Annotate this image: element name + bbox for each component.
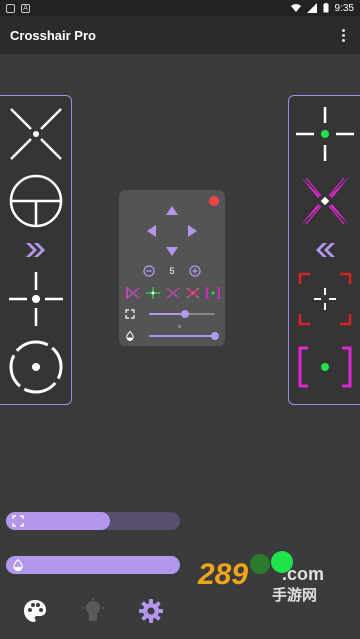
status-bar: A 9:35: [0, 0, 360, 16]
move-up-button[interactable]: [166, 206, 178, 215]
size-slider-thumb[interactable]: [181, 310, 190, 318]
increase-button[interactable]: [189, 265, 201, 277]
swatch-purple[interactable]: [166, 287, 180, 299]
bottom-nav: [0, 590, 200, 630]
swatch-bracket[interactable]: [206, 287, 220, 299]
scope-crosshair-option[interactable]: [0, 171, 71, 231]
size-bar[interactable]: [6, 512, 180, 530]
color-swatch-row: [123, 286, 223, 300]
palette-icon[interactable]: [20, 596, 50, 626]
ring-crosshair-option[interactable]: [0, 336, 71, 398]
dpad: [147, 206, 197, 256]
dot-cross-option[interactable]: [0, 268, 71, 330]
opacity-bar[interactable]: [6, 556, 180, 574]
clock: 9:35: [334, 2, 354, 14]
magenta-x-option[interactable]: [289, 171, 360, 231]
move-left-button[interactable]: [147, 225, 156, 237]
app-notification-icon: A: [21, 3, 30, 13]
overflow-menu-icon[interactable]: [336, 25, 350, 45]
magenta-bracket-option[interactable]: [289, 336, 360, 398]
opacity-slider-thumb[interactable]: [211, 332, 219, 340]
double-chevron-right-option[interactable]: [0, 236, 71, 264]
right-crosshair-panel: [288, 95, 360, 405]
opacity-icon: [126, 331, 134, 341]
watermark-cn: 手游网: [272, 587, 318, 604]
move-right-button[interactable]: [188, 225, 197, 237]
opacity-slider[interactable]: [149, 332, 219, 340]
battery-icon: [323, 3, 329, 13]
app-title: Crosshair Pro: [10, 27, 96, 43]
size-slider[interactable]: [149, 310, 215, 318]
site-watermark: 289 .com 手游网: [198, 550, 350, 610]
size-slider-row: [125, 308, 221, 320]
left-crosshair-panel: [0, 95, 72, 405]
red-corner-cross-option[interactable]: [289, 268, 360, 330]
x-crosshair-option[interactable]: [0, 104, 71, 164]
app-screen: { "status_bar": { "time": "9:35" }, "app…: [0, 0, 360, 639]
settings-gear-icon[interactable]: [136, 596, 166, 626]
opacity-slider-row: [125, 330, 221, 342]
brightness-icon[interactable]: [78, 596, 108, 626]
signal-icon: [306, 3, 317, 13]
expand-icon: [125, 309, 135, 319]
divider-dot: [178, 325, 181, 328]
decrease-button[interactable]: [143, 265, 155, 277]
size-value: 5: [169, 266, 175, 276]
swatch-magenta[interactable]: [126, 287, 140, 299]
expand-icon: [12, 515, 24, 527]
watermark-number: 289: [198, 558, 249, 591]
green-dot-cross-option[interactable]: [289, 104, 360, 164]
swatch-green[interactable]: [146, 287, 160, 299]
opacity-icon: [13, 559, 23, 571]
double-chevron-left-option[interactable]: [289, 236, 360, 264]
move-down-button[interactable]: [166, 247, 178, 256]
gallery-notification-icon: [6, 3, 15, 13]
wifi-icon: [290, 4, 301, 12]
swatch-red[interactable]: [186, 287, 200, 299]
app-bar: Crosshair Pro: [0, 16, 360, 54]
watermark-suffix: .com: [282, 564, 325, 584]
size-stepper: 5: [143, 264, 201, 278]
record-indicator-icon[interactable]: [209, 196, 219, 206]
crosshair-control-card: 5: [119, 190, 225, 346]
